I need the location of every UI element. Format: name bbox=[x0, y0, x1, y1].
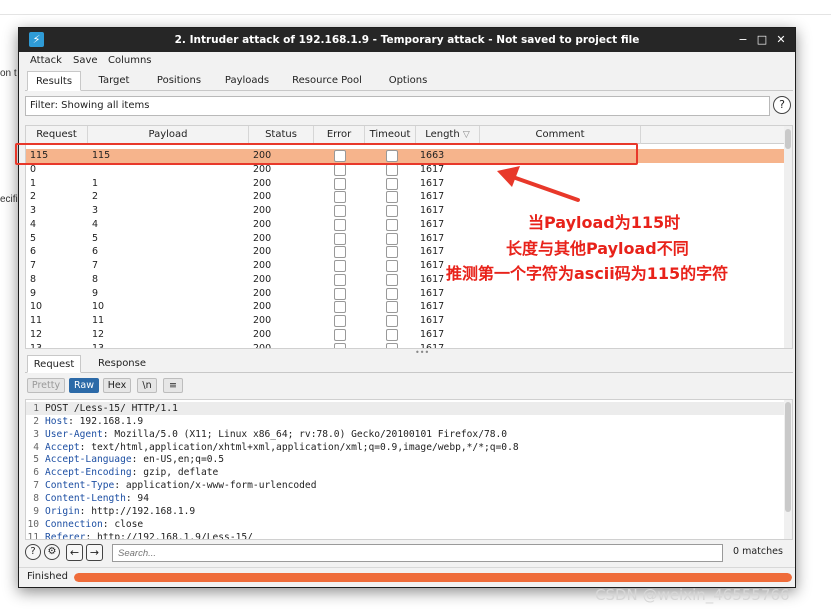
annotation-arrow-icon bbox=[497, 166, 580, 202]
annotation-line-3: 推测第一个字符为ascii码为115的字符 bbox=[446, 264, 729, 283]
annotation-line-1: 当Payload为115时 bbox=[528, 213, 681, 232]
watermark: CSDN @weixin_46555766 bbox=[595, 586, 790, 604]
annotation-line-2: 长度与其他Payload不同 bbox=[506, 239, 689, 258]
